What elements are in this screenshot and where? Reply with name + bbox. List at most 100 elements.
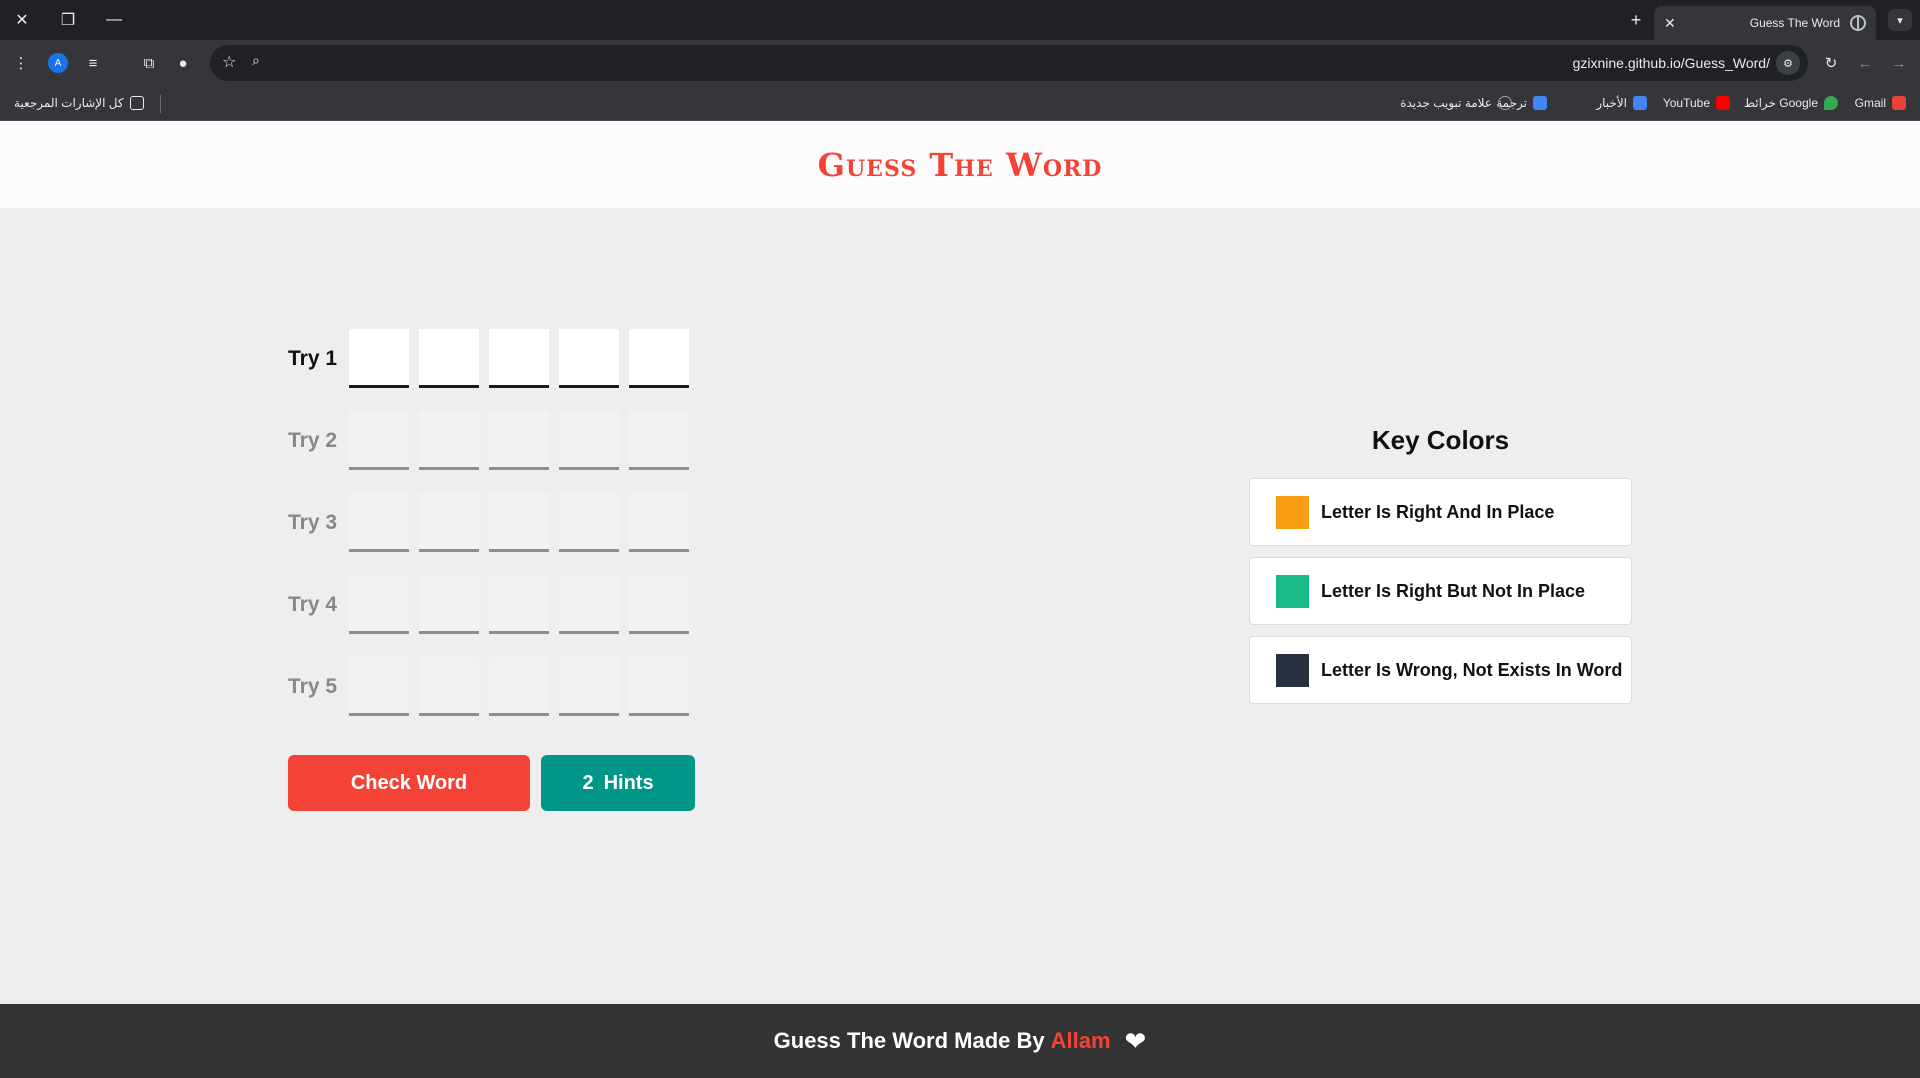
tab-strip: ✕ ❐ — + Guess The Word ✕ ▾ xyxy=(0,0,1920,40)
try-label: Try 4 xyxy=(288,592,338,616)
all-bookmarks-label: كل الإشارات المرجعية xyxy=(14,96,124,110)
new-tab-button[interactable]: + xyxy=(1624,8,1648,32)
site-header: Guess The Word xyxy=(0,121,1920,208)
letter-input[interactable] xyxy=(349,329,409,388)
letter-input-disabled xyxy=(559,657,619,716)
key-text: Letter Is Right But Not In Place xyxy=(1321,580,1586,601)
letter-input-disabled xyxy=(419,657,479,716)
youtube-icon xyxy=(1716,96,1730,110)
key-colors-title: Key Colors xyxy=(1371,425,1510,455)
letter-input-disabled xyxy=(419,411,479,470)
browser-chrome: ✕ ❐ — + Guess The Word ✕ ▾ ⋮ A ≡ ⧉ ● ☆ ⌕… xyxy=(0,0,1920,121)
letter-input-disabled xyxy=(629,657,689,716)
bookmark-label: خرائط Google xyxy=(1743,96,1818,110)
footer-text: Guess The Word Made By xyxy=(773,1028,1045,1053)
try-row-5: Try 5 xyxy=(288,657,699,716)
key-item-wrong: Letter Is Wrong, Not Exists In Word xyxy=(1249,636,1632,704)
bookmark-news[interactable]: الأخبار xyxy=(1596,93,1647,113)
tries-board: Try 1 Try 2 Try 3 Try 4 Try 5 xyxy=(288,329,699,739)
key-item-in-place: Letter Is Right And In Place xyxy=(1249,478,1632,546)
tab-close-icon[interactable]: ✕ xyxy=(1664,15,1676,32)
menu-kebab-icon[interactable]: ⋮ xyxy=(8,50,34,76)
bookmarks-divider xyxy=(160,95,161,113)
letter-input-disabled xyxy=(419,575,479,634)
try-label: Try 1 xyxy=(288,346,338,370)
reading-list-icon[interactable]: ≡ xyxy=(80,50,106,76)
maps-pin-icon xyxy=(1824,96,1838,110)
letter-input-disabled xyxy=(559,411,619,470)
restore-window-icon[interactable]: ❐ xyxy=(54,8,82,32)
toolbar: ⋮ A ≡ ⧉ ● ☆ ⌕ gzixnine.github.io/Guess_W… xyxy=(0,40,1920,86)
try-row-2: Try 2 xyxy=(288,411,699,470)
bookmark-star-icon[interactable]: ☆ xyxy=(222,52,236,72)
tab-search-chevron-icon[interactable]: ▾ xyxy=(1888,9,1912,31)
letter-input-disabled xyxy=(489,657,549,716)
bookmarks-bar: كل الإشارات المرجعية Gmail خرائط Google … xyxy=(0,86,1920,121)
try-row-1: Try 1 xyxy=(288,329,699,388)
page-title: Guess The Word xyxy=(817,145,1103,184)
reload-icon[interactable]: ↻ xyxy=(1818,50,1844,76)
extensions-icon[interactable]: ⧉ xyxy=(136,50,162,76)
footer: Guess The Word Made By Allam ❤ xyxy=(0,1004,1920,1078)
key-text: Letter Is Wrong, Not Exists In Word xyxy=(1321,659,1623,680)
try-row-4: Try 4 xyxy=(288,575,699,634)
news-icon xyxy=(1633,96,1647,110)
incognito-icon[interactable]: ● xyxy=(170,50,196,76)
letter-input-disabled xyxy=(559,493,619,552)
letter-input-disabled xyxy=(629,411,689,470)
hints-count: 2 xyxy=(582,771,594,794)
hints-button[interactable]: 2 Hints xyxy=(541,755,695,811)
back-arrow-icon[interactable]: ← xyxy=(1852,50,1878,76)
letter-input-disabled xyxy=(629,575,689,634)
letter-input-disabled xyxy=(489,411,549,470)
orange-swatch xyxy=(1276,495,1309,529)
letter-input[interactable] xyxy=(629,329,689,388)
try-row-3: Try 3 xyxy=(288,493,699,552)
game-actions: Check Word 2 Hints xyxy=(288,755,695,811)
translate-icon xyxy=(1533,96,1547,110)
letter-input-disabled xyxy=(489,575,549,634)
gmail-icon xyxy=(1892,96,1906,110)
letter-input[interactable] xyxy=(489,329,549,388)
heart-icon: ❤ xyxy=(1124,1025,1147,1056)
letter-input-disabled xyxy=(489,493,549,552)
globe-icon xyxy=(1850,15,1866,31)
green-swatch xyxy=(1276,574,1309,608)
key-text: Letter Is Right And In Place xyxy=(1321,501,1555,522)
try-label: Try 3 xyxy=(288,510,338,534)
page: Guess The Word Try 1 Try 2 Try 3 Try 4 T… xyxy=(0,121,1920,1078)
address-bar[interactable]: ☆ ⌕ gzixnine.github.io/Guess_Word/ ⚙ xyxy=(210,45,1808,81)
bookmark-label: الأخبار xyxy=(1596,96,1627,110)
hints-label: Hints xyxy=(603,771,654,794)
letter-input-disabled xyxy=(349,575,409,634)
close-window-icon[interactable]: ✕ xyxy=(8,8,36,32)
letter-input[interactable] xyxy=(559,329,619,388)
letter-input[interactable] xyxy=(419,329,479,388)
letter-input-disabled xyxy=(349,657,409,716)
letter-input-disabled xyxy=(349,411,409,470)
bookmark-new-tab[interactable]: علامة تبويب جديدة xyxy=(1400,93,1512,113)
letter-input-disabled xyxy=(559,575,619,634)
check-word-button[interactable]: Check Word xyxy=(288,755,530,811)
key-colors-panel: Key Colors Letter Is Right And In Place … xyxy=(1249,425,1632,715)
zoom-icon[interactable]: ⌕ xyxy=(252,52,260,69)
browser-tab[interactable]: Guess The Word ✕ xyxy=(1654,6,1876,40)
site-info-icon[interactable]: ⚙ xyxy=(1776,51,1800,75)
bookmark-label: علامة تبويب جديدة xyxy=(1400,96,1492,110)
globe-icon xyxy=(1498,96,1512,110)
profile-avatar[interactable]: A xyxy=(48,53,68,73)
tab-title: Guess The Word xyxy=(1749,16,1840,30)
letter-input-disabled xyxy=(629,493,689,552)
letter-input-disabled xyxy=(349,493,409,552)
bookmark-maps[interactable]: خرائط Google xyxy=(1744,93,1838,113)
all-bookmarks[interactable]: كل الإشارات المرجعية xyxy=(14,93,144,113)
bookmark-gmail[interactable]: Gmail xyxy=(1855,93,1906,113)
bookmark-youtube[interactable]: YouTube xyxy=(1663,93,1730,113)
key-item-not-in-place: Letter Is Right But Not In Place xyxy=(1249,557,1632,625)
letter-input-disabled xyxy=(419,493,479,552)
forward-arrow-icon[interactable]: → xyxy=(1886,50,1912,76)
dark-swatch xyxy=(1276,653,1309,687)
minimize-window-icon[interactable]: — xyxy=(100,8,128,32)
try-label: Try 5 xyxy=(288,674,338,698)
url-text[interactable]: gzixnine.github.io/Guess_Word/ xyxy=(1573,55,1770,71)
